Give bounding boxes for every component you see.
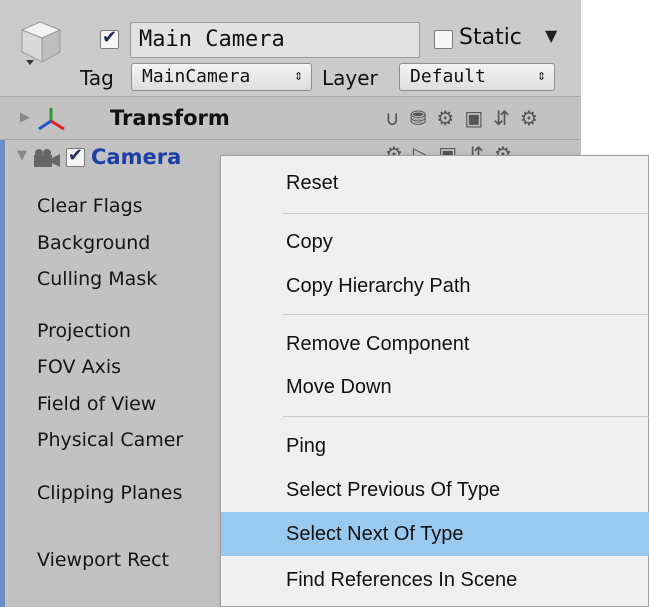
selection-indicator-bar: [0, 140, 5, 607]
static-dropdown-icon[interactable]: ▼: [545, 26, 557, 45]
chevron-updown-icon: ⇕: [293, 66, 303, 84]
prop-projection: Projection: [37, 320, 131, 342]
menu-separator: [283, 213, 649, 214]
gameobject-cube-icon: [20, 21, 62, 65]
component-context-menu: Reset Copy Copy Hierarchy Path Remove Co…: [220, 155, 649, 607]
foldout-collapsed-icon[interactable]: ▶: [20, 110, 30, 125]
foldout-expanded-icon[interactable]: ▼: [17, 148, 27, 163]
menu-separator: [283, 314, 649, 315]
menu-item-move-down[interactable]: Move Down: [221, 365, 649, 409]
active-checkbox[interactable]: [100, 27, 119, 49]
menu-item-select-next-of-type[interactable]: Select Next Of Type: [221, 512, 649, 556]
transform-component-header[interactable]: ▶ Transform ∪⛃⚙▣⇵⚙: [0, 98, 581, 140]
prop-clear-flags: Clear Flags: [37, 195, 143, 217]
layer-dropdown[interactable]: Default ⇕: [399, 63, 555, 91]
static-label: Static: [459, 25, 522, 50]
prop-field-of-view: Field of View: [37, 393, 157, 415]
camera-title: Camera: [91, 145, 182, 169]
menu-item-copy-hierarchy-path[interactable]: Copy Hierarchy Path: [221, 264, 649, 308]
menu-item-find-references-in-scene[interactable]: Find References In Scene: [221, 558, 649, 602]
prop-clipping-planes: Clipping Planes: [37, 482, 183, 504]
chevron-updown-icon: ⇕: [536, 66, 546, 84]
gameobject-header: Main Camera Static ▼ Tag MainCamera ⇕ La…: [0, 0, 581, 97]
tag-label: Tag: [80, 66, 114, 90]
camera-enabled-checkbox[interactable]: [66, 145, 85, 167]
transform-title: Transform: [110, 106, 230, 130]
menu-item-copy[interactable]: Copy: [221, 220, 649, 264]
layer-label: Layer: [322, 66, 378, 90]
transform-axis-icon: [38, 108, 65, 131]
prop-culling-mask: Culling Mask: [37, 268, 158, 290]
menu-item-select-previous-of-type[interactable]: Select Previous Of Type: [221, 468, 649, 512]
menu-item-reset[interactable]: Reset: [221, 161, 649, 205]
menu-item-ping[interactable]: Ping: [221, 424, 649, 468]
prop-fov-axis: FOV Axis: [37, 356, 122, 378]
component-toolbar-icons[interactable]: ∪⛃⚙▣⇵⚙: [385, 106, 548, 130]
gameobject-name-field[interactable]: Main Camera: [130, 22, 420, 58]
tag-value: MainCamera: [142, 66, 251, 87]
prop-viewport-rect: Viewport Rect: [37, 549, 170, 571]
prop-background: Background: [37, 232, 151, 254]
static-checkbox[interactable]: [434, 30, 453, 49]
tag-dropdown[interactable]: MainCamera ⇕: [131, 63, 312, 91]
layer-value: Default: [410, 66, 486, 87]
camera-icon: [34, 149, 60, 167]
menu-item-remove-component[interactable]: Remove Component: [221, 322, 649, 366]
prop-physical-camera: Physical Camer: [37, 429, 184, 451]
menu-separator: [283, 416, 649, 417]
